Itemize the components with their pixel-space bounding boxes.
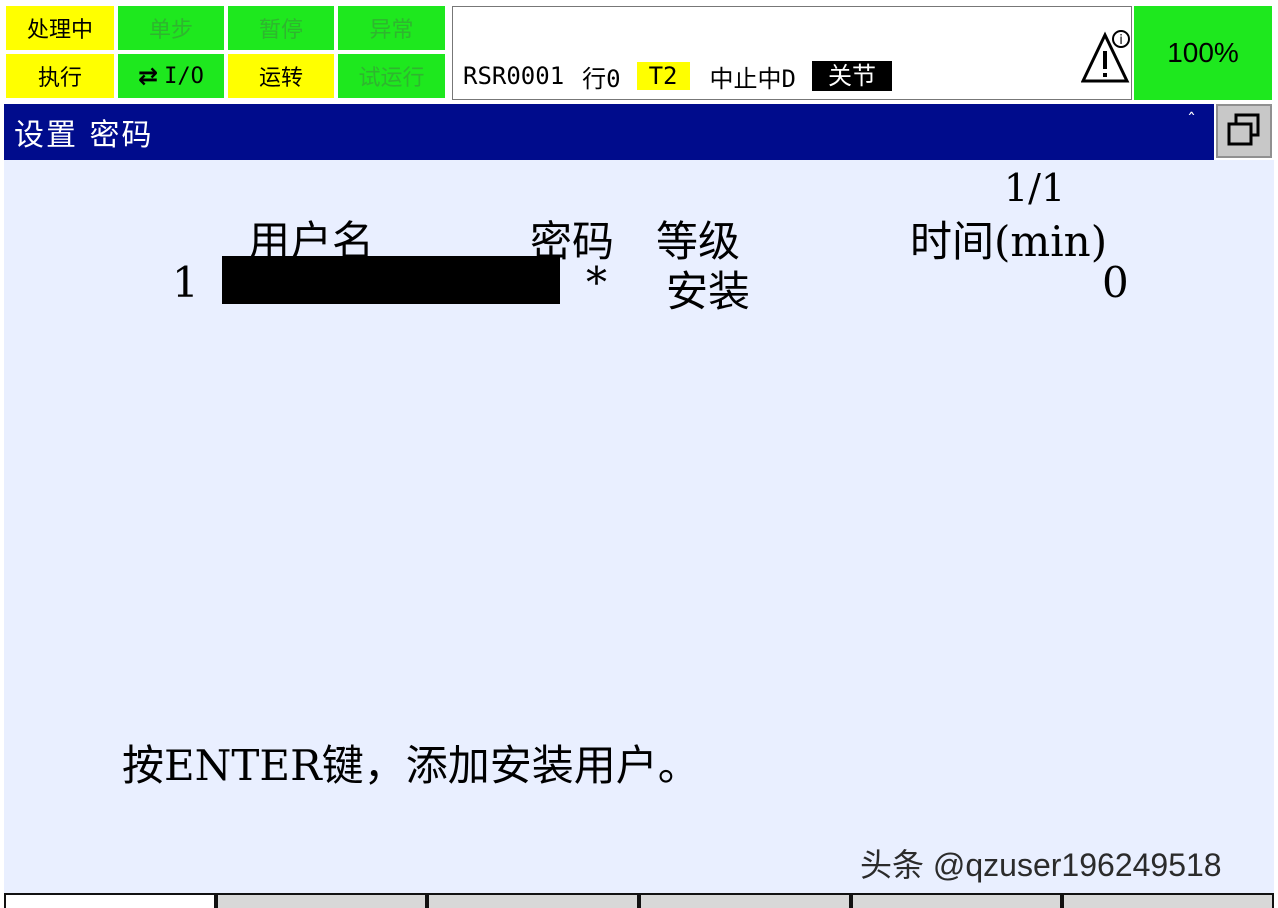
title-bar: 设置 密码 ˆ <box>4 104 1214 160</box>
row-level: 安装 <box>666 267 751 316</box>
header-time: 时间(min) <box>910 217 1108 266</box>
window-toggle-button[interactable] <box>1216 104 1272 158</box>
status-fault: 异常 <box>336 4 447 52</box>
function-key-2[interactable] <box>217 895 426 908</box>
status-tcyc-label: 试运行 <box>358 66 425 91</box>
svg-text:i: i <box>1119 33 1123 48</box>
status-line: RSR0001 行0 T2 中止中D 关节 <box>463 61 892 93</box>
function-key-1[interactable] <box>6 895 214 908</box>
function-key-3[interactable] <box>429 895 638 908</box>
coord-system-badge: 关节 <box>811 61 892 91</box>
status-bar: RSR0001 行0 T2 中止中D 关节 i <box>452 6 1132 100</box>
line-number: 行0 <box>582 64 621 93</box>
status-step-label: 单步 <box>148 18 193 43</box>
speed-override-value: 100% <box>1167 37 1239 68</box>
username-field-redacted[interactable] <box>222 256 560 304</box>
window-restore-icon <box>1227 113 1260 146</box>
status-busy-label: 处理中 <box>26 18 93 43</box>
enter-prompt: 按ENTER键，添加安装用户。 <box>122 741 700 790</box>
status-step: 单步 <box>116 4 226 52</box>
status-run-label: 执行 <box>37 66 82 91</box>
speed-override[interactable]: 100% <box>1134 6 1272 100</box>
status-io: ⇄ I/O <box>116 52 226 100</box>
function-key-4[interactable] <box>641 895 849 908</box>
caret-up-icon: ˆ <box>1187 110 1196 131</box>
function-key-5[interactable] <box>852 895 1061 908</box>
watermark: 头条 @qzuser196249518 <box>860 847 1222 883</box>
row-time: 0 <box>1102 258 1129 307</box>
page-title: 设置 密码 <box>14 118 154 153</box>
status-indicator-grid: 处理中 单步 暂停 异常 执行 ⇄ I/O 运转 试运行 <box>4 4 447 100</box>
io-enable-icon: ⇄ <box>138 62 159 90</box>
program-name: RSR0001 <box>463 62 565 90</box>
function-key-6[interactable] <box>1064 895 1273 908</box>
status-fault-label: 异常 <box>369 18 414 43</box>
status-hold: 暂停 <box>226 4 336 52</box>
mode-badge: T2 <box>636 62 690 90</box>
status-run: 执行 <box>4 52 116 100</box>
function-key-strip <box>4 893 1274 908</box>
status-prod: 运转 <box>226 52 336 100</box>
program-state: 中止中D <box>709 64 796 93</box>
status-busy: 处理中 <box>4 4 116 52</box>
status-hold-label: 暂停 <box>258 18 303 43</box>
row-index: 1 <box>172 258 199 307</box>
password-setup-panel: 1/1 用户名 密码 等级 时间(min) 1 * 安装 0 按ENTER键，添… <box>4 160 1274 893</box>
status-io-label: I/O <box>164 63 204 89</box>
status-tcyc: 试运行 <box>336 52 447 100</box>
page-indicator: 1/1 <box>1004 166 1066 210</box>
row-password: * <box>586 258 607 307</box>
alarm-warning-icon[interactable]: i <box>1081 27 1133 87</box>
status-prod-label: 运转 <box>258 66 303 91</box>
